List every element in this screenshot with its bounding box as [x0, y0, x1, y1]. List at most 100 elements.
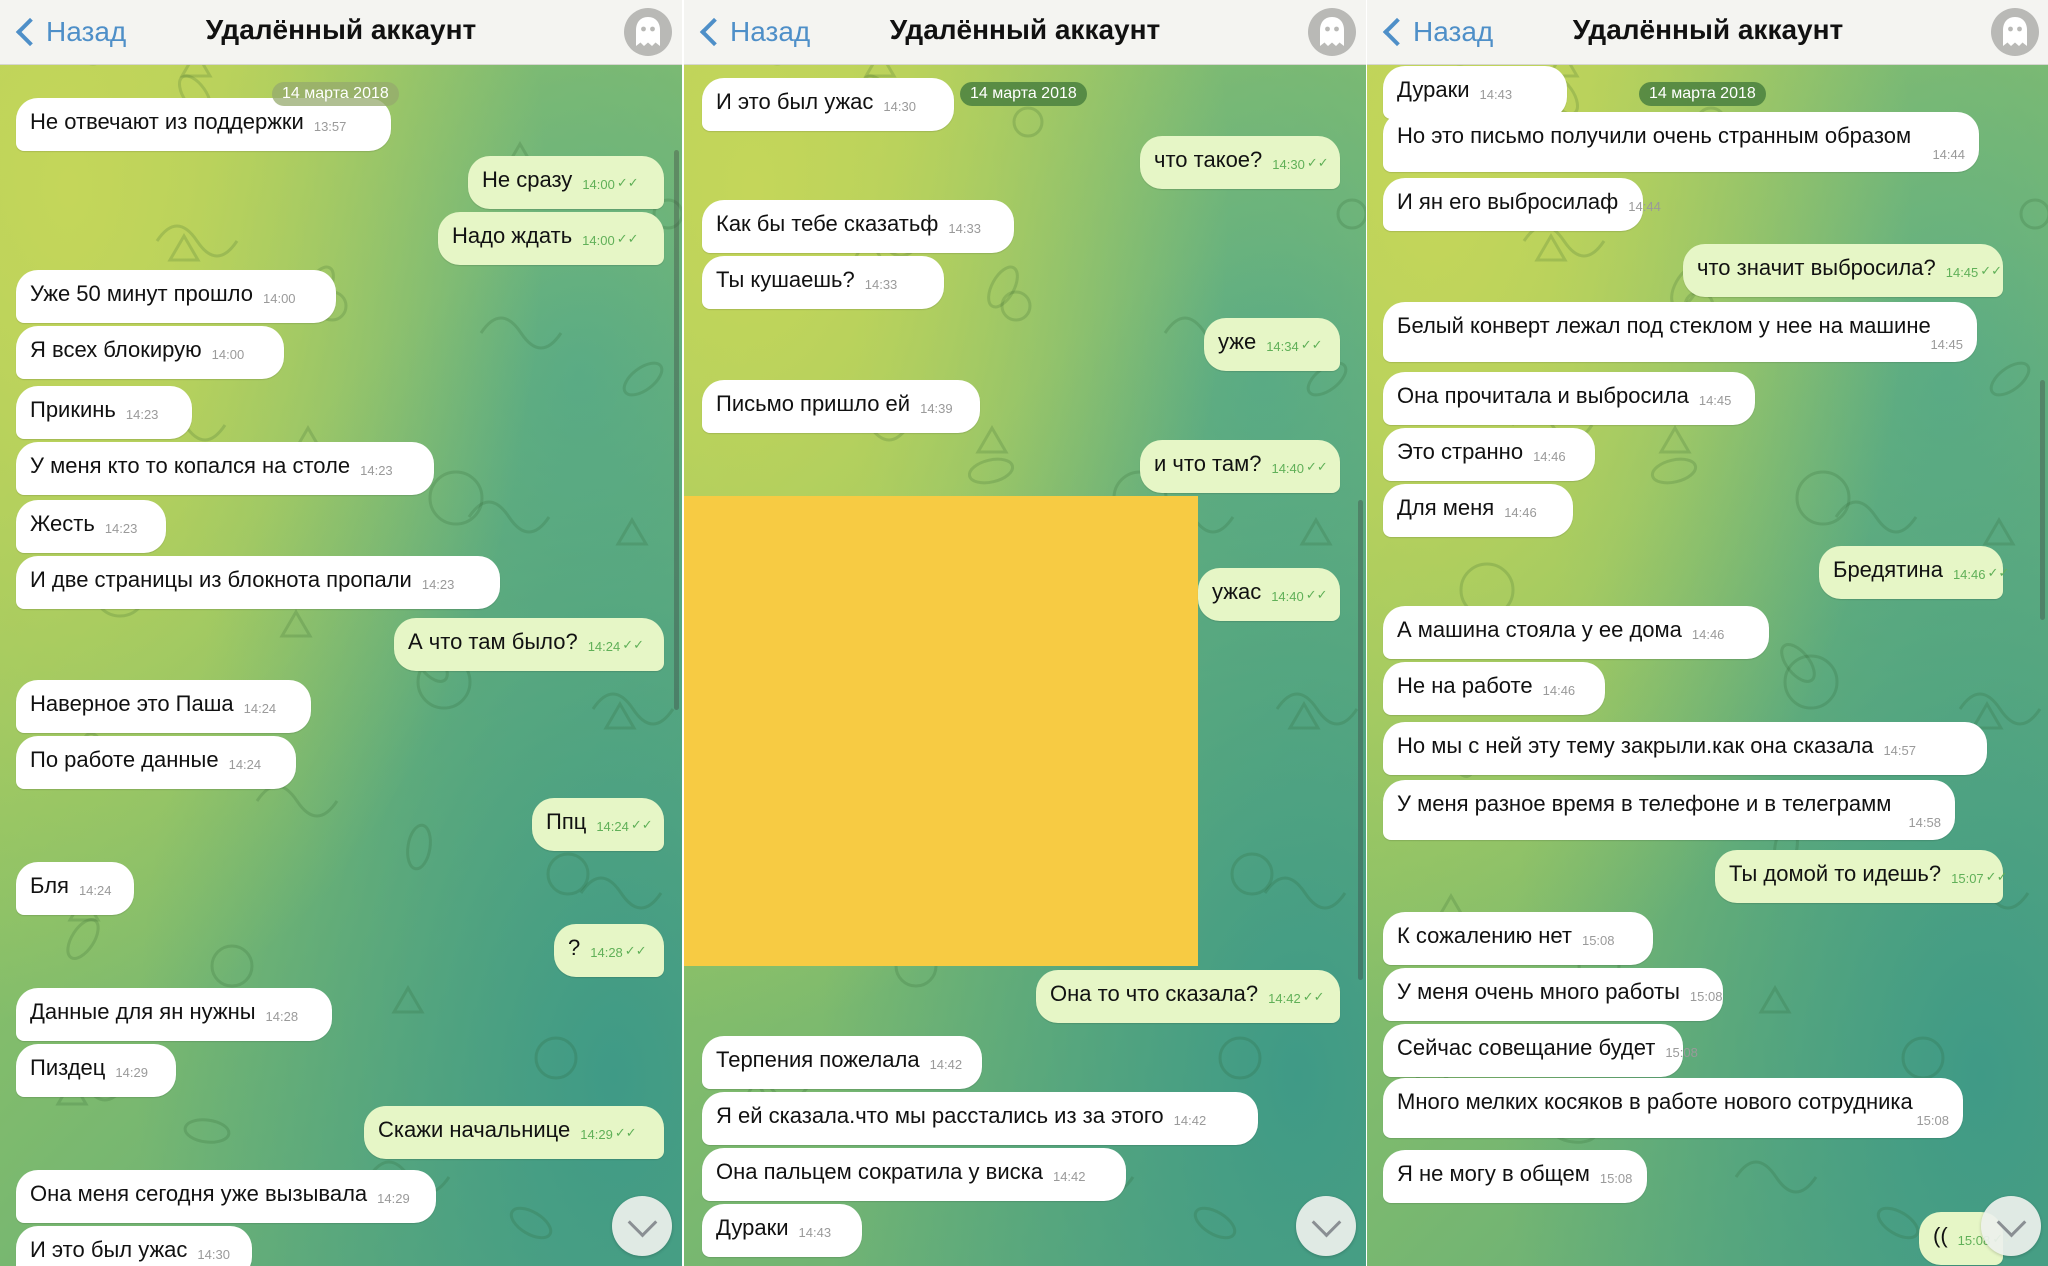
incoming-message[interactable]: Это странно 14:46	[1383, 428, 1595, 481]
message-time: 14:23	[421, 577, 455, 592]
incoming-message[interactable]: Но мы с ней эту тему закрыли.как она ска…	[1383, 722, 1987, 775]
incoming-message[interactable]: Прикинь 14:23	[16, 386, 192, 439]
incoming-message[interactable]: Терпения пожелала 14:42	[702, 1036, 982, 1089]
outgoing-message[interactable]: Скажи начальнице 14:29 ✓✓	[364, 1106, 664, 1159]
double-check-icon: ✓✓	[630, 817, 653, 832]
message-text: У меня кто то копался на столе	[30, 453, 351, 478]
incoming-message[interactable]: И это был ужас 14:30	[702, 78, 954, 131]
incoming-message[interactable]: Жесть 14:23	[16, 500, 166, 553]
chevron-down-icon	[627, 1207, 657, 1237]
message-time: 14:00	[582, 177, 615, 192]
incoming-message[interactable]: Сейчас совещание будет 15:08	[1383, 1024, 1698, 1077]
message-text: Она пальцем сократила у виска	[716, 1159, 1043, 1184]
incoming-message[interactable]: Для меня 14:46	[1383, 484, 1573, 537]
scroll-down-button[interactable]	[1296, 1196, 1356, 1256]
message-time: 14:28	[590, 945, 623, 960]
outgoing-message[interactable]: ужас 14:40 ✓✓	[1198, 568, 1340, 621]
scrollbar[interactable]	[2040, 380, 2045, 620]
scroll-down-button[interactable]	[612, 1196, 672, 1256]
message-text: ((	[1933, 1223, 1948, 1248]
incoming-message[interactable]: Ты кушаешь? 14:33	[702, 256, 944, 309]
incoming-message[interactable]: Уже 50 минут прошло 14:00	[16, 270, 336, 323]
incoming-message[interactable]: К сожалению нет 15:08	[1383, 912, 1653, 965]
incoming-message[interactable]: Белый конверт лежал под стеклом у нее на…	[1383, 302, 1977, 362]
incoming-message[interactable]: Много мелких косяков в работе нового сот…	[1383, 1078, 1963, 1138]
image-placeholder[interactable]	[684, 496, 1198, 966]
double-check-icon: ✓✓	[1300, 337, 1323, 352]
message-text: А машина стояла у ее дома	[1397, 617, 1682, 642]
outgoing-message[interactable]: уже 14:34 ✓✓	[1204, 318, 1340, 371]
outgoing-message[interactable]: Она то что сказала? 14:42 ✓✓	[1036, 970, 1340, 1023]
outgoing-message[interactable]: Ппц 14:24 ✓✓	[532, 798, 664, 851]
message-time: 14:24	[228, 757, 262, 772]
incoming-message[interactable]: По работе данные 14:24	[16, 736, 296, 789]
double-check-icon: ✓✓	[614, 1125, 637, 1140]
incoming-message[interactable]: Я всех блокирую 14:00	[16, 326, 284, 379]
message-text: Сейчас совещание будет	[1397, 1035, 1656, 1060]
scrollbar[interactable]	[1358, 500, 1363, 980]
outgoing-message[interactable]: ? 14:28 ✓✓	[554, 924, 664, 977]
incoming-message[interactable]: У меня разное время в телефоне и в телег…	[1383, 780, 1955, 840]
message-time: 15:08	[1689, 989, 1723, 1004]
message-text: Прикинь	[30, 397, 116, 422]
message-text: Она прочитала и выбросила	[1397, 383, 1689, 408]
outgoing-message[interactable]: Бредятина 14:46 ✓✓	[1819, 546, 2009, 599]
outgoing-message[interactable]: что такое? 14:30 ✓✓	[1140, 136, 1340, 189]
double-check-icon: ✓✓	[622, 637, 645, 652]
incoming-message[interactable]: И две страницы из блокнота пропали 14:23	[16, 556, 500, 609]
outgoing-message[interactable]: А что там было? 14:24 ✓✓	[394, 618, 664, 671]
message-text: Но мы с ней эту тему закрыли.как она ска…	[1397, 733, 1874, 758]
message-time: 14:33	[948, 221, 981, 236]
message-time: 14:46	[1542, 683, 1576, 698]
incoming-message[interactable]: Письмо пришло ей 14:39	[702, 380, 980, 433]
message-text: Жесть	[30, 511, 95, 536]
incoming-message[interactable]: А машина стояла у ее дома 14:46	[1383, 606, 1769, 659]
message-text: Терпения пожелала	[716, 1047, 920, 1072]
incoming-message[interactable]: И это был ужас 14:30	[16, 1226, 252, 1266]
message-time: 14:43	[798, 1225, 832, 1240]
message-time: 14:29	[377, 1191, 410, 1206]
incoming-message[interactable]: Я не могу в общем 15:08	[1383, 1150, 1647, 1203]
incoming-message[interactable]: Не на работе 14:46	[1383, 662, 1605, 715]
date-badge: 14 марта 2018	[960, 82, 1087, 106]
message-time: 14:46	[1533, 449, 1566, 464]
ghost-icon[interactable]	[624, 8, 672, 56]
scroll-down-button[interactable]	[1981, 1196, 2041, 1256]
incoming-message[interactable]: Бля 14:24	[16, 862, 134, 915]
outgoing-message[interactable]: Ты домой то идешь? 15:07 ✓✓	[1715, 850, 2007, 903]
incoming-message[interactable]: Она пальцем сократила у виска 14:42	[702, 1148, 1126, 1201]
scrollbar[interactable]	[674, 150, 679, 710]
message-time: 14:57	[1883, 743, 1916, 758]
incoming-message[interactable]: Дураки 14:43	[702, 1204, 862, 1257]
incoming-message[interactable]: У меня кто то копался на столе 14:23	[16, 442, 434, 495]
outgoing-message[interactable]: Не сразу 14:00 ✓✓	[468, 156, 664, 209]
incoming-message[interactable]: Я ей сказала.что мы расстались из за это…	[702, 1092, 1258, 1145]
outgoing-message[interactable]: и что там? 14:40 ✓✓	[1140, 440, 1340, 493]
incoming-message[interactable]: Она прочитала и выбросила 14:45	[1383, 372, 1755, 425]
message-time: 14:24	[596, 819, 629, 834]
incoming-message[interactable]: И ян его выбросилаф 14:44	[1383, 178, 1661, 231]
incoming-message[interactable]: Наверное это Паша 14:24	[16, 680, 311, 733]
message-text: Письмо пришло ей	[716, 391, 911, 416]
double-check-icon: ✓✓	[1987, 565, 2010, 580]
incoming-message[interactable]: У меня очень много работы 15:08	[1383, 968, 1723, 1021]
ghost-icon[interactable]	[1308, 8, 1356, 56]
message-text: и что там?	[1154, 451, 1262, 476]
incoming-message[interactable]: Но это письмо получили очень странным об…	[1383, 112, 1979, 172]
message-text: И две страницы из блокнота пропали	[30, 567, 412, 592]
incoming-message[interactable]: Она меня сегодня уже вызывала 14:29	[16, 1170, 436, 1223]
ghost-icon[interactable]	[1991, 8, 2039, 56]
message-text: ?	[568, 935, 581, 960]
message-time: 14:45	[1930, 337, 1963, 352]
message-text: Много мелких косяков в работе нового сот…	[1397, 1089, 1913, 1114]
incoming-message[interactable]: Пиздец 14:29	[16, 1044, 176, 1097]
incoming-message[interactable]: Данные для ян нужны 14:28	[16, 988, 332, 1041]
incoming-message[interactable]: Как бы тебе сказатьф 14:33	[702, 200, 1014, 253]
message-time: 15:08	[1916, 1113, 1949, 1128]
message-text: Ты кушаешь?	[716, 267, 855, 292]
outgoing-message[interactable]: Надо ждать 14:00 ✓✓	[438, 212, 664, 265]
message-time: 14:42	[1173, 1113, 1207, 1128]
outgoing-message[interactable]: что значит выбросила? 14:45 ✓✓	[1683, 244, 2003, 297]
message-text: Дураки	[1397, 77, 1470, 102]
message-time: 14:46	[1952, 567, 1986, 582]
